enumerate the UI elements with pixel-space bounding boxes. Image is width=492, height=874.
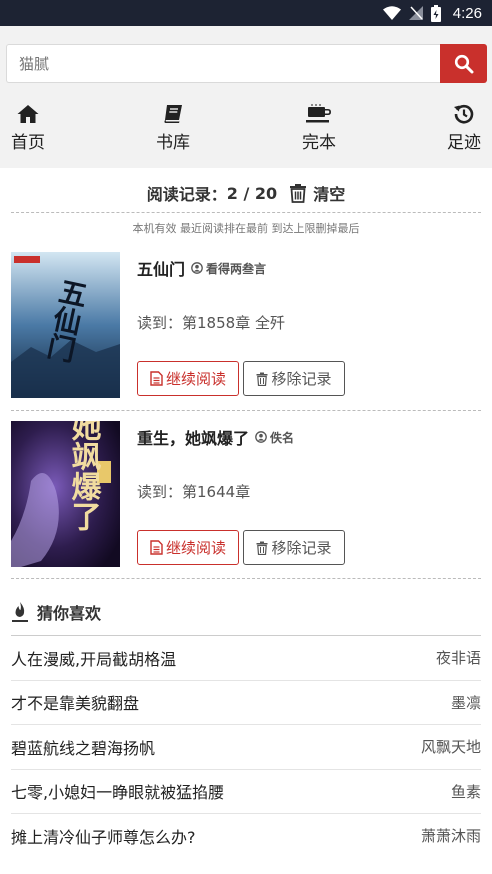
history-book: 她飒爆了 重生，她飒爆了 佚名 读到： 第1644章 继续阅读 移除记录: [11, 421, 481, 567]
nav-label-library: 书库: [156, 133, 190, 153]
wifi-icon: [382, 6, 401, 20]
remove-record-button[interactable]: 移除记录: [243, 530, 345, 565]
read-chapter: 第1858章 全歼: [182, 314, 285, 332]
nav-label-home: 首页: [11, 133, 45, 153]
search-box: [6, 44, 442, 83]
nav-label-history: 足迹: [447, 133, 481, 153]
nav-item-home[interactable]: 首页: [0, 102, 63, 158]
book-title[interactable]: 五仙门: [137, 256, 185, 280]
divider: [11, 578, 481, 579]
search-icon: [454, 54, 473, 73]
rec-author: 风飘天地: [420, 738, 481, 757]
rec-author: 鱼素: [450, 782, 481, 801]
read-prefix: 读到：: [137, 483, 183, 501]
continue-reading-button[interactable]: 继续阅读: [137, 530, 239, 565]
status-bar: 4:26: [0, 0, 492, 26]
book-cover[interactable]: 五仙门: [11, 252, 120, 398]
history-count: 2 / 20: [226, 183, 278, 203]
header: 首页 书库 完本 足迹: [0, 26, 492, 168]
continue-reading-button[interactable]: 继续阅读: [137, 361, 239, 396]
nav-item-library[interactable]: 书库: [138, 102, 208, 158]
trash-icon: [256, 541, 268, 555]
search-input[interactable]: [19, 45, 429, 82]
status-time: 4:26: [452, 4, 482, 22]
user-icon: [255, 431, 267, 443]
list-item[interactable]: 七零,小媳妇一睁眼就被猛掐腰 鱼素: [11, 768, 481, 814]
read-chapter: 第1644章: [182, 483, 251, 501]
document-icon: [150, 540, 163, 555]
list-item[interactable]: 碧蓝航线之碧海扬帆 风飘天地: [11, 724, 481, 769]
clear-label: 清空: [313, 185, 346, 204]
flame-icon: [12, 602, 28, 622]
rec-title[interactable]: 才不是靠美貌翻盘: [11, 690, 139, 714]
user-icon: [191, 262, 203, 274]
nav-item-history[interactable]: 足迹: [429, 102, 492, 158]
list-item[interactable]: 才不是靠美貌翻盘 墨凛: [11, 679, 481, 725]
book-author: 佚名: [255, 429, 294, 446]
read-progress: 读到： 第1858章 全歼: [137, 312, 285, 333]
book-cover[interactable]: 她飒爆了: [11, 421, 120, 567]
list-item[interactable]: 人在漫威,开局截胡格温 夜非语: [11, 635, 481, 680]
nav-item-finished[interactable]: 完本: [284, 102, 354, 158]
battery-icon: [430, 4, 441, 22]
recommend-list: 人在漫威,开局截胡格温 夜非语 才不是靠美貌翻盘 墨凛 碧蓝航线之碧海扬帆 风飘…: [11, 635, 481, 858]
read-prefix: 读到：: [137, 314, 183, 332]
home-icon: [17, 105, 39, 123]
recommend-heading: 猜你喜欢: [37, 604, 102, 623]
book-author: 看得两叁言: [191, 260, 266, 277]
history-note: 本机有效 最近阅读排在最前 到达上限删掉最后: [132, 222, 360, 235]
recommend-header: 猜你喜欢: [11, 600, 101, 624]
search-button[interactable]: [440, 44, 487, 83]
history-book: 五仙门 五仙门 看得两叁言 读到： 第1858章 全歼 继续阅读 移除记录: [11, 252, 481, 398]
clear-history-button[interactable]: 清空: [289, 181, 345, 205]
trash-icon: [256, 372, 268, 386]
remove-record-button[interactable]: 移除记录: [243, 361, 345, 396]
nav-label-finished: 完本: [302, 133, 336, 153]
no-signal-icon: [408, 6, 423, 20]
trash-icon: [290, 184, 307, 203]
history-label: 阅读记录：: [146, 185, 227, 204]
rec-author: 夜非语: [435, 649, 481, 668]
history-header: 阅读记录： 2 / 20 清空: [0, 178, 492, 208]
rec-title[interactable]: 人在漫威,开局截胡格温: [11, 646, 176, 670]
rec-title[interactable]: 摊上清冷仙子师尊怎么办?: [11, 824, 196, 848]
divider: [11, 410, 481, 411]
rec-author: 萧萧沐雨: [420, 827, 481, 846]
rec-title[interactable]: 七零,小媳妇一睁眼就被猛掐腰: [11, 779, 224, 803]
divider: [11, 212, 481, 213]
rec-title[interactable]: 碧蓝航线之碧海扬帆: [11, 735, 155, 759]
document-icon: [150, 371, 163, 386]
book-icon: [164, 105, 182, 123]
main-nav: 首页 书库 完本 足迹: [0, 102, 492, 158]
cover-title: 她飒爆了: [66, 421, 102, 531]
list-item[interactable]: 摊上清冷仙子师尊怎么办? 萧萧沐雨: [11, 813, 481, 858]
cup-icon: [306, 104, 331, 123]
history-icon: [454, 104, 474, 124]
read-progress: 读到： 第1644章: [137, 481, 250, 502]
rec-author: 墨凛: [450, 693, 481, 712]
book-title[interactable]: 重生，她飒爆了: [137, 425, 249, 449]
status-icons: 4:26: [382, 0, 482, 26]
